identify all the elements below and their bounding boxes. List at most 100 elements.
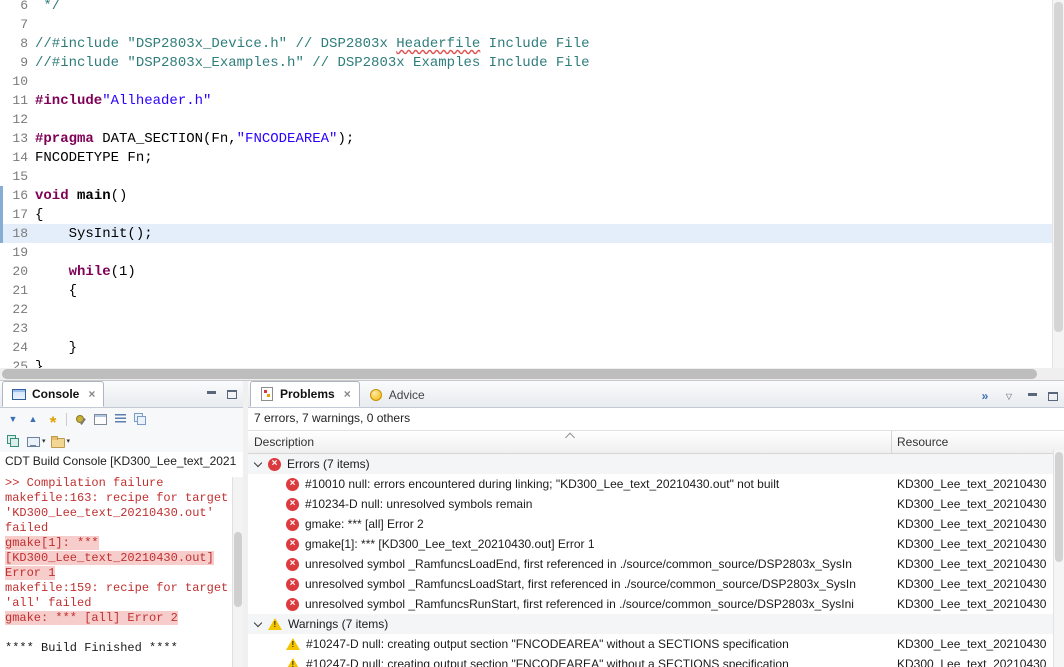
code-line-6[interactable]: 6 */: [0, 0, 1064, 15]
close-icon[interactable]: ×: [344, 388, 351, 400]
code-line-15[interactable]: 15: [0, 167, 1064, 186]
code-line-23[interactable]: 23: [0, 319, 1064, 338]
new-console-view-button[interactable]: [3, 431, 23, 451]
new-console-view-icon: [5, 433, 21, 449]
problem-row[interactable]: ! #10247-D null: creating output section …: [248, 654, 1064, 667]
problem-description: #10247-D null: creating output section "…: [306, 637, 789, 651]
code-line-13[interactable]: 13 #pragma DATA_SECTION(Fn,"FNCODEAREA");: [0, 129, 1064, 148]
code-text: */: [35, 0, 61, 14]
minimize-icon[interactable]: [1024, 388, 1040, 404]
code-line-8[interactable]: 8 //#include "DSP2803x_Device.h" // DSP28…: [0, 34, 1064, 53]
display-console-icon: [25, 433, 41, 449]
column-resource[interactable]: Resource: [891, 431, 1064, 453]
line-number: 9: [20, 55, 28, 70]
code-text: {: [35, 207, 44, 223]
code-line-12[interactable]: 12: [0, 110, 1064, 129]
problem-row[interactable]: × unresolved symbol _RamfuncsLoadEnd, fir…: [248, 554, 1064, 574]
open-console-button[interactable]: ▾: [48, 431, 73, 451]
problem-resource: KD300_Lee_text_20210430: [897, 637, 1047, 651]
tab-label: Problems: [280, 387, 335, 401]
line-number: 18: [12, 226, 28, 241]
code-line-11[interactable]: 11 #include"Allheader.h": [0, 91, 1064, 110]
problem-resource: KD300_Lee_text_20210430: [897, 497, 1047, 511]
close-icon[interactable]: ×: [88, 388, 95, 400]
code-line-21[interactable]: 21 {: [0, 281, 1064, 300]
console-output[interactable]: >> Compilation failure makefile:163: reci…: [0, 472, 243, 667]
scrollbar-thumb[interactable]: [234, 532, 242, 607]
minimize-icon[interactable]: [203, 386, 219, 402]
problems-view: Problems × Advice 7 errors, 7 warnings, …: [248, 381, 1064, 667]
problem-group-errors[interactable]: × Errors (7 items): [248, 454, 1064, 474]
line-number: 8: [20, 36, 28, 51]
expander-icon[interactable]: [253, 458, 263, 467]
problem-row[interactable]: ! #10247-D null: creating output section …: [248, 634, 1064, 654]
problems-table: × Errors (7 items) × #10010 null: errors en…: [248, 454, 1064, 667]
code-line-7[interactable]: 7: [0, 15, 1064, 34]
warning-icon: !: [286, 638, 300, 650]
warning-icon: !: [286, 658, 300, 667]
display-selected-console-button[interactable]: [90, 409, 110, 429]
line-number: 23: [12, 321, 28, 336]
console-toolbar-row1: [0, 408, 243, 430]
console-scrollbar[interactable]: [232, 477, 243, 667]
problem-group-warnings[interactable]: ! Warnings (7 items): [248, 614, 1064, 634]
maximize-icon[interactable]: [1045, 388, 1061, 404]
problem-row[interactable]: × gmake[1]: *** [KD300_Lee_text_20210430.…: [248, 534, 1064, 554]
scroll-down-button[interactable]: [3, 409, 23, 429]
code-line-16[interactable]: 16 void main(): [0, 186, 1064, 205]
console-line: 'KD300_Lee_text_20210430.out': [5, 506, 214, 520]
problem-description: unresolved symbol _RamfuncsLoadEnd, firs…: [305, 557, 852, 571]
view-menu-button[interactable]: [999, 386, 1019, 406]
console-view: Console × ▾▾ CDT Build Console [KD300_Le…: [0, 381, 243, 667]
code-text: FNCODETYPE Fn;: [35, 150, 153, 166]
scrollbar-thumb[interactable]: [1055, 452, 1063, 562]
word-wrap-button[interactable]: [110, 409, 130, 429]
show-console-on-output-button[interactable]: [43, 409, 63, 429]
problem-row[interactable]: × #10010 null: errors encountered during …: [248, 474, 1064, 494]
code-text: //#include "DSP2803x_Device.h" // DSP280…: [35, 36, 590, 52]
problems-scrollbar[interactable]: [1053, 450, 1064, 667]
console-line: makefile:159: recipe for target: [5, 581, 229, 595]
double-arrow-button[interactable]: [975, 386, 995, 406]
tab-problems[interactable]: Problems ×: [250, 381, 360, 407]
tab-advice[interactable]: Advice: [360, 383, 433, 407]
problems-toolbar: [975, 386, 1019, 406]
console-line: failed: [5, 521, 49, 535]
code-line-17[interactable]: 17 {: [0, 205, 1064, 224]
code-line-19[interactable]: 19: [0, 243, 1064, 262]
scrollbar-thumb[interactable]: [2, 369, 1037, 379]
line-number: 7: [20, 17, 28, 32]
problem-row[interactable]: × #10234-D null: unresolved symbols remai…: [248, 494, 1064, 514]
scroll-down-icon: [5, 411, 21, 427]
clear-console-button[interactable]: [130, 409, 150, 429]
pin-console-button[interactable]: [70, 409, 90, 429]
console-line: [KD300_Lee_text_20210430.out]: [5, 551, 214, 565]
code-line-20[interactable]: 20 while(1): [0, 262, 1064, 281]
code-line-22[interactable]: 22: [0, 300, 1064, 319]
problem-row[interactable]: × unresolved symbol _RamfuncsLoadStart, f…: [248, 574, 1064, 594]
code-text: while(1): [68, 264, 136, 280]
problems-tabbar: Problems × Advice: [248, 381, 1064, 408]
code-line-9[interactable]: 9 //#include "DSP2803x_Examples.h" // DSP…: [0, 53, 1064, 72]
problem-row[interactable]: × unresolved symbol _RamfuncsRunStart, fi…: [248, 594, 1064, 614]
tab-console[interactable]: Console ×: [2, 381, 105, 407]
display-console-button[interactable]: ▾: [23, 431, 48, 451]
expander-icon[interactable]: [253, 618, 263, 627]
maximize-icon[interactable]: [224, 386, 240, 402]
code-line-14[interactable]: 14 FNCODETYPE Fn;: [0, 148, 1064, 167]
scrollbar-thumb[interactable]: [1054, 2, 1063, 332]
editor-lines: 6 */ 7 8 //#include "DSP2803x_Device.h" // …: [0, 0, 1064, 376]
line-number: 19: [12, 245, 28, 260]
problem-description: unresolved symbol _RamfuncsLoadStart, fi…: [305, 577, 856, 591]
problem-description: #10010 null: errors encountered during l…: [305, 477, 780, 491]
code-line-24[interactable]: 24 }: [0, 338, 1064, 357]
editor-vertical-scrollbar[interactable]: [1052, 0, 1064, 368]
code-line-10[interactable]: 10: [0, 72, 1064, 91]
problem-row[interactable]: × gmake: *** [all] Error 2 KD300_Lee_text_…: [248, 514, 1064, 534]
editor-horizontal-scrollbar[interactable]: [0, 368, 1064, 380]
column-description[interactable]: Description: [248, 431, 891, 453]
code-editor[interactable]: 6 */ 7 8 //#include "DSP2803x_Device.h" // …: [0, 0, 1064, 380]
scroll-up-button[interactable]: [23, 409, 43, 429]
code-line-18[interactable]: 18 SysInit();: [0, 224, 1064, 243]
